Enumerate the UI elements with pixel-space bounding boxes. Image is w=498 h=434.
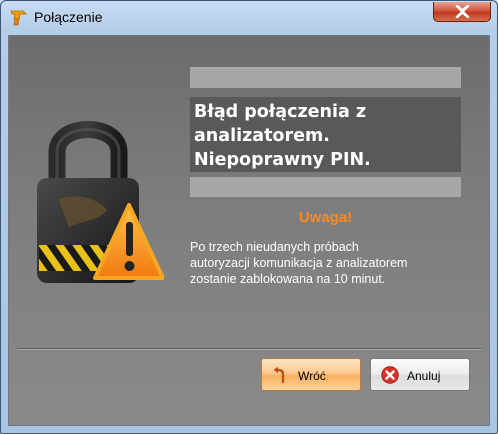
cancel-x-icon	[381, 366, 399, 384]
app-logo-icon	[9, 8, 29, 28]
back-button-label: Wróć	[298, 369, 326, 383]
header-bar-bottom	[190, 177, 461, 197]
button-separator	[17, 348, 481, 350]
dialog-window: Połączenie Błąd połączenia z analizatore…	[0, 0, 498, 434]
warning-message: Po trzech nieudanych próbach autoryzacji…	[190, 240, 408, 286]
back-button[interactable]: Wróć	[261, 358, 361, 391]
window-title: Połączenie	[34, 9, 103, 25]
close-button[interactable]	[433, 2, 491, 22]
cancel-button[interactable]: Anuluj	[370, 358, 470, 391]
close-icon	[455, 5, 470, 18]
error-message: Błąd połączenia z analizatorem. Niepopra…	[194, 102, 371, 170]
warning-title: Uwaga!	[298, 209, 353, 226]
error-box: Błąd połączenia z analizatorem. Niepopra…	[190, 97, 461, 172]
title-bar[interactable]: Połączenie	[1, 1, 497, 33]
cancel-button-label: Anuluj	[407, 369, 441, 383]
padlock-warning-icon	[37, 121, 164, 283]
dialog-content: Błąd połączenia z analizatorem. Niepopra…	[8, 35, 490, 426]
undo-arrow-icon	[273, 366, 285, 384]
header-bar-top	[190, 67, 461, 88]
